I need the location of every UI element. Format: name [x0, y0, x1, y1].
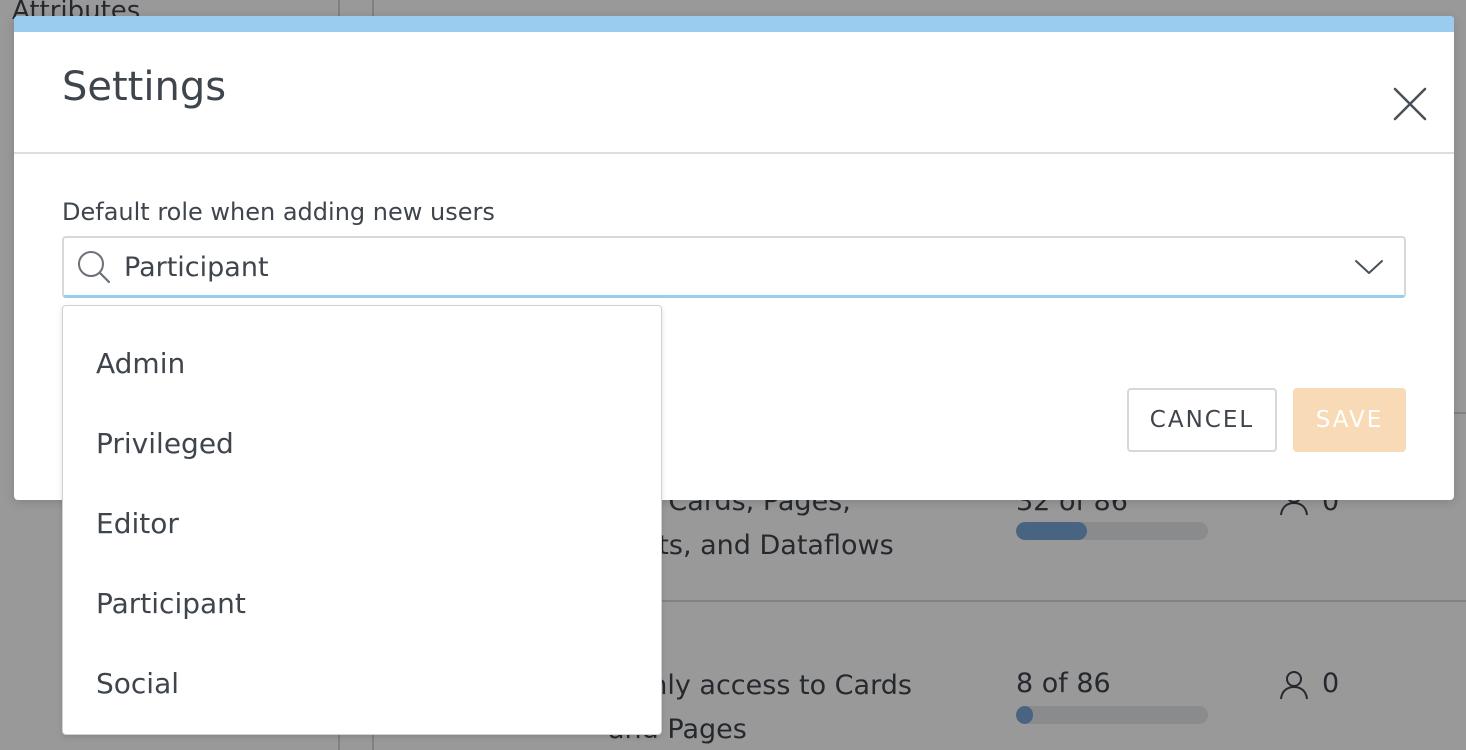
modal-header: Settings [14, 32, 1454, 154]
role-option-participant[interactable]: Participant [63, 563, 661, 643]
search-icon [78, 251, 111, 284]
modal-title: Settings [62, 64, 227, 110]
role-option-privileged[interactable]: Privileged [63, 403, 661, 483]
role-option-editor[interactable]: Editor [63, 483, 661, 563]
cancel-button[interactable]: CANCEL [1127, 388, 1277, 452]
role-option-admin[interactable]: Admin [63, 323, 661, 403]
default-role-label: Default role when adding new users [62, 198, 495, 226]
role-dropdown-menu: Admin Privileged Editor Participant Soci… [62, 305, 662, 735]
default-role-select[interactable]: Participant [62, 236, 1406, 298]
chevron-down-icon[interactable] [1354, 257, 1384, 277]
role-option-social[interactable]: Social [63, 643, 661, 723]
app-root: Attributes edit Cards, Pages, aSets, and… [0, 0, 1466, 750]
selected-role-value: Participant [124, 252, 269, 283]
save-button[interactable]: SAVE [1293, 388, 1406, 452]
close-icon[interactable] [1392, 86, 1428, 122]
modal-accent-bar [14, 16, 1454, 32]
